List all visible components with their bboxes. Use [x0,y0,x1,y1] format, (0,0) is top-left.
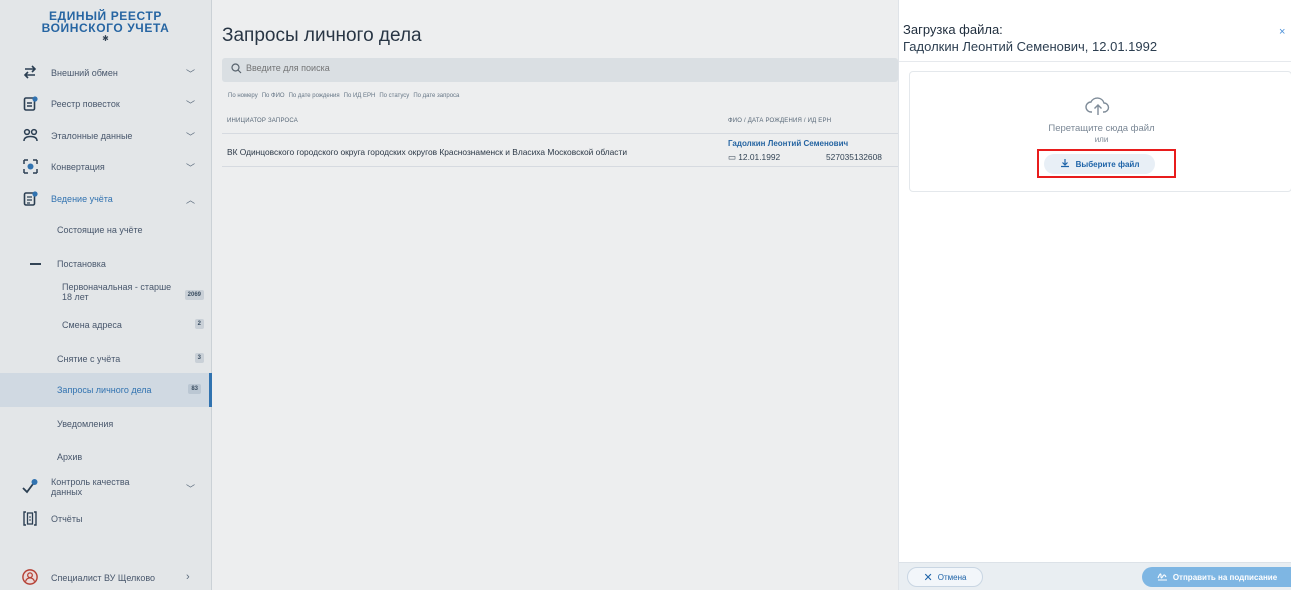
cloud-upload-icon [1085,97,1110,115]
choose-file-button[interactable]: Выберите файл [1044,154,1155,174]
upload-drawer: Загрузка файла: Гадолкин Леонтий Семенов… [898,0,1291,590]
send-for-signing-button[interactable]: Отправить на подписание [1142,567,1291,587]
file-dropzone[interactable]: Перетащите сюда файл или Выберите файл [909,71,1291,192]
close-icon: ✕ [923,571,933,584]
choose-file-label: Выберите файл [1075,159,1140,169]
modal-overlay[interactable] [0,0,898,590]
drawer-subtitle: Гадолкин Леонтий Семенович, 12.01.1992 [903,39,1158,54]
cancel-button[interactable]: ✕ Отмена [907,567,983,587]
download-icon [1060,158,1070,170]
send-for-signing-label: Отправить на подписание [1172,572,1278,582]
close-icon[interactable]: × [1279,26,1285,38]
cancel-label: Отмена [937,572,967,582]
dropzone-text: Перетащите сюда файл [1048,123,1155,134]
dropzone-or: или [1094,135,1109,144]
drawer-footer: ✕ Отмена Отправить на подписание [899,562,1291,590]
drawer-title: Загрузка файла: [903,22,1003,37]
signature-icon [1157,571,1168,583]
divider [899,61,1291,62]
